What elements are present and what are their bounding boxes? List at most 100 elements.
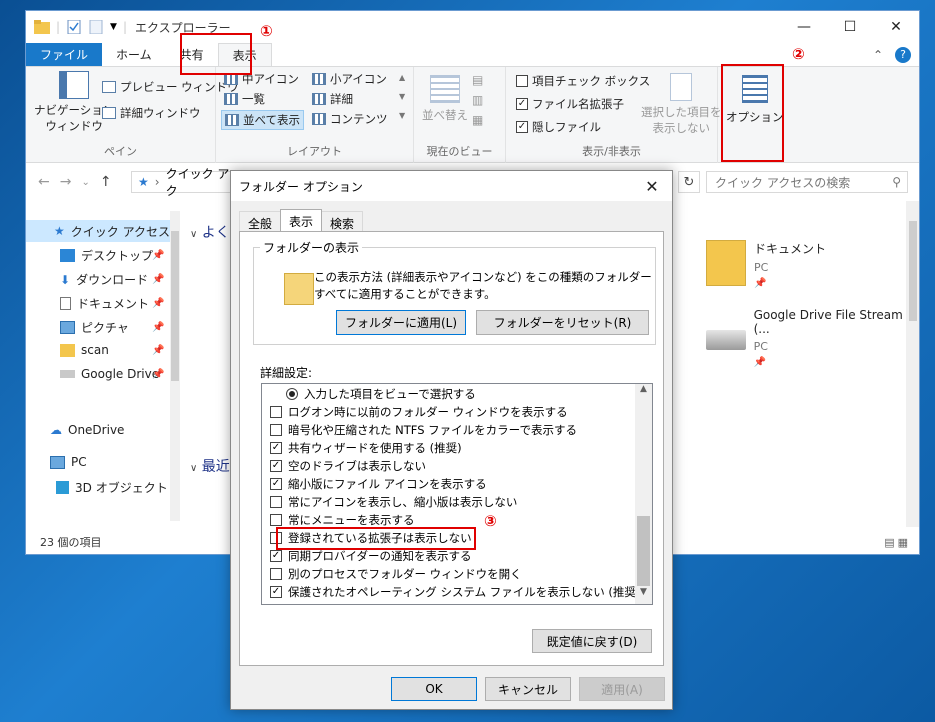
view-toggle-icons[interactable]: ▤▦	[884, 536, 919, 549]
chevron-down-icon[interactable]: ∨	[190, 229, 197, 240]
checkbox-checked[interactable]: ✓	[270, 478, 282, 490]
layout-details[interactable]: 詳細	[312, 91, 353, 107]
new-folder-icon[interactable]	[88, 20, 104, 34]
tab-home[interactable]: ホーム	[102, 43, 166, 66]
group-by-button[interactable]: ▤ ▥ ▦	[472, 73, 483, 127]
layout-scroll[interactable]: ▲ ▼ ▼	[399, 73, 405, 120]
forward-arrow-icon[interactable]: →	[60, 174, 72, 190]
sidebar-item-downloads[interactable]: ⬇ ダウンロード 📌	[60, 271, 164, 288]
group-label-current-view: 現在のビュー	[426, 145, 493, 158]
scroll-thumb[interactable]	[171, 231, 179, 381]
advanced-setting-type-into-view[interactable]: 入力した項目をビューで選択する	[286, 385, 476, 403]
maximize-button[interactable]: ☐	[827, 11, 873, 43]
advanced-setting-separate-process[interactable]: 別のプロセスでフォルダー ウィンドウを開く	[270, 565, 522, 583]
checkbox[interactable]	[270, 568, 282, 580]
sidebar-item-pictures[interactable]: ピクチャ 📌	[60, 319, 164, 336]
minimize-button[interactable]: —	[781, 11, 827, 43]
content-icon	[312, 113, 326, 125]
annotation-number-2: ②	[792, 45, 805, 63]
checkbox[interactable]	[270, 424, 282, 436]
tile-documents[interactable]: ドキュメント PC 📌	[706, 240, 826, 289]
group-header-frequent[interactable]: ∨ よく	[190, 222, 230, 242]
advanced-scrollbar[interactable]: ▲ ▼	[635, 384, 652, 604]
checkbox-checked[interactable]: ✓	[270, 586, 282, 598]
scroll-thumb[interactable]	[637, 516, 650, 586]
radio-selected[interactable]	[286, 388, 298, 400]
checkbox[interactable]	[516, 75, 528, 87]
sidebar-scrollbar[interactable]	[170, 211, 180, 521]
checkbox-checked[interactable]: ✓	[516, 121, 528, 133]
apply-to-folders-button[interactable]: フォルダーに適用(L)	[336, 310, 466, 335]
pin-icon[interactable]: 📌	[152, 322, 164, 333]
hidden-items-toggle[interactable]: ✓ 隠しファイル	[516, 119, 601, 135]
checkbox-checked[interactable]: ✓	[516, 98, 528, 110]
advanced-setting-thumbnail-icon[interactable]: ✓ 縮小版にファイル アイコンを表示する	[270, 475, 487, 493]
restore-defaults-button[interactable]: 既定値に戻す(D)	[532, 629, 652, 653]
chevron-up-icon[interactable]: ⌃	[873, 48, 883, 62]
sidebar-item-3d-objects[interactable]: 3D オブジェクト	[56, 479, 168, 496]
scroll-down-icon[interactable]: ▼	[635, 587, 652, 604]
address-bar[interactable]: ★ › クイック アク	[131, 167, 231, 198]
details-pane-button[interactable]: 詳細ウィンドウ	[102, 105, 201, 121]
back-arrow-icon[interactable]: ←	[38, 174, 50, 190]
help-icon[interactable]: ?	[895, 46, 911, 63]
sidebar-item-desktop[interactable]: デスクトップ 📌	[60, 247, 164, 264]
tab-file[interactable]: ファイル	[26, 43, 103, 66]
sidebar-item-google-drive[interactable]: Google Drive 📌	[60, 367, 164, 381]
chevron-down-icon[interactable]: ∨	[190, 463, 197, 474]
item-checkboxes-toggle[interactable]: 項目チェック ボックス	[516, 73, 650, 89]
star-icon: ★	[54, 224, 65, 238]
pin-icon[interactable]: 📌	[152, 345, 164, 356]
sort-button[interactable]: 並べ替え	[422, 75, 468, 123]
checkbox-checked[interactable]: ✓	[270, 460, 282, 472]
up-arrow-icon[interactable]: ↑	[100, 174, 112, 190]
group-label-panes: ペイン	[104, 145, 137, 158]
apply-button[interactable]: 適用(A)	[579, 677, 665, 701]
advanced-setting-always-icons[interactable]: 常にアイコンを表示し、縮小版は表示しない	[270, 493, 517, 511]
content-scrollbar[interactable]	[906, 201, 919, 527]
hide-selected-button[interactable]: 選択した項目を 表示しない	[641, 73, 722, 136]
sidebar-item-pc[interactable]: PC	[50, 455, 87, 469]
scroll-up-icon[interactable]: ▲	[635, 384, 652, 401]
pc-icon	[50, 455, 65, 469]
advanced-setting-hide-protected-files[interactable]: ✓ 保護されたオペレーティング システム ファイルを表示しない (推奨)	[270, 583, 640, 601]
advanced-settings-list[interactable]: 入力した項目をビューで選択する ログオン時に以前のフォルダー ウィンドウを表示す…	[261, 383, 653, 605]
advanced-setting-hide-empty-drives[interactable]: ✓ 空のドライブは表示しない	[270, 457, 426, 475]
checkbox[interactable]	[270, 406, 282, 418]
properties-icon[interactable]	[66, 20, 82, 34]
cancel-button[interactable]: キャンセル	[485, 677, 571, 701]
advanced-setting-sharing-wizard[interactable]: ✓ 共有ウィザードを使用する (推奨)	[270, 439, 462, 457]
ok-button[interactable]: OK	[391, 677, 477, 701]
layout-small-icons[interactable]: 小アイコン	[312, 71, 387, 87]
sidebar-item-quick-access[interactable]: ★ クイック アクセス	[26, 220, 176, 242]
group-header-recent[interactable]: ∨ 最近	[190, 456, 230, 476]
checkbox[interactable]	[270, 496, 282, 508]
sidebar-item-documents[interactable]: ドキュメント 📌	[60, 295, 164, 312]
close-button[interactable]: ✕	[873, 11, 919, 43]
list-icon	[224, 93, 238, 105]
file-extensions-toggle[interactable]: ✓ ファイル名拡張子	[516, 96, 624, 112]
pin-icon[interactable]: 📌	[152, 274, 164, 285]
pin-icon[interactable]: 📌	[152, 250, 164, 261]
sidebar-item-scan[interactable]: scan 📌	[60, 343, 164, 357]
pin-icon[interactable]: 📌	[152, 369, 164, 380]
recent-chevron-icon[interactable]: ⌄	[81, 177, 89, 188]
search-input[interactable]: クイック アクセスの検索 ⚲	[706, 171, 908, 193]
advanced-setting-ntfs-color[interactable]: 暗号化や圧縮された NTFS ファイルをカラーで表示する	[270, 421, 577, 439]
layout-content[interactable]: コンテンツ	[312, 111, 388, 127]
reset-folders-button[interactable]: フォルダーをリセット(R)	[476, 310, 649, 335]
sidebar-item-onedrive[interactable]: ☁ OneDrive	[50, 423, 124, 437]
tile-google-drive-file-stream[interactable]: Google Drive File Stream (... PC 📌	[706, 308, 919, 368]
annotation-box-options	[721, 64, 784, 162]
layout-list[interactable]: 一覧	[224, 91, 265, 107]
chevron-down-icon[interactable]: ▼	[110, 22, 117, 32]
pin-icon[interactable]: 📌	[152, 298, 164, 309]
checkbox-checked[interactable]: ✓	[270, 442, 282, 454]
checkbox-checked[interactable]: ✓	[270, 550, 282, 562]
refresh-button[interactable]: ↻	[678, 171, 700, 193]
advanced-setting-restore-windows[interactable]: ログオン時に以前のフォルダー ウィンドウを表示する	[270, 403, 568, 421]
layout-tiles[interactable]: 並べて表示	[221, 110, 305, 130]
checkbox[interactable]	[270, 514, 282, 526]
scroll-thumb[interactable]	[909, 221, 917, 321]
dialog-close-icon[interactable]: ✕	[632, 177, 672, 196]
